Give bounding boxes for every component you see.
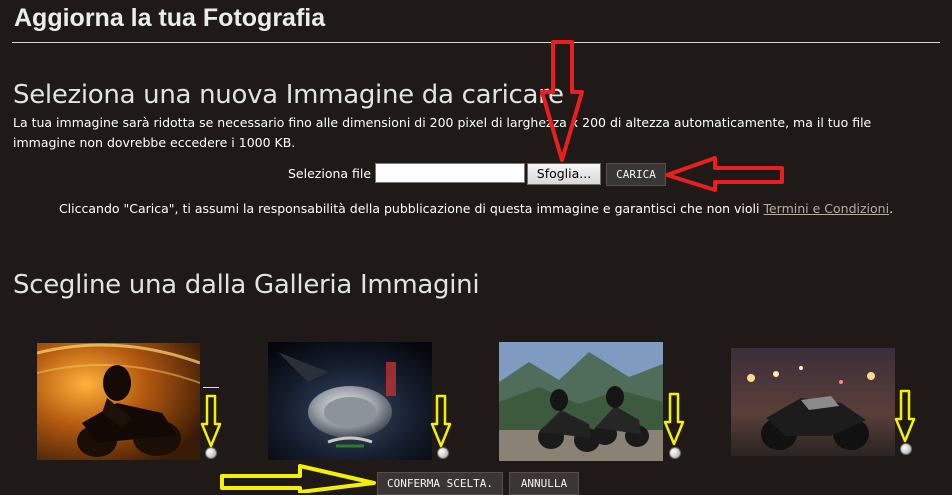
file-path-input[interactable] — [375, 163, 525, 183]
yellow-arrow-down-icon — [663, 392, 685, 446]
terms-text: Cliccando "Carica", ti assumi la respons… — [58, 201, 764, 216]
gallery-radio-3[interactable] — [669, 447, 681, 459]
yellow-arrow-down-icon — [200, 394, 222, 448]
cancel-button[interactable]: ANNULLA — [509, 472, 579, 495]
terms-suffix: . — [889, 201, 894, 216]
fuel-tank-closeup-photo[interactable] — [268, 342, 432, 460]
motorbike-tunnel-photo[interactable] — [37, 343, 200, 460]
gallery-radio-1[interactable] — [205, 447, 217, 459]
browse-button[interactable]: Sfoglia... — [527, 163, 601, 185]
title-divider — [12, 42, 940, 43]
gallery-radio-4[interactable] — [900, 443, 912, 455]
upload-heading: Seleziona una nuova Immagine da caricare — [13, 80, 564, 110]
upload-button[interactable]: CARICA — [606, 163, 666, 186]
yellow-arrow-down-icon — [430, 394, 452, 448]
page-title: Aggiorna la tua Fotografia — [14, 4, 326, 32]
confirm-choice-button[interactable]: CONFERMA SCELTA. — [377, 472, 503, 495]
gallery-radio-2[interactable] — [437, 447, 449, 459]
upload-description: La tua immagine sarà ridotta se necessar… — [13, 115, 872, 150]
yellow-arrow-down-icon — [894, 389, 916, 443]
terms-link[interactable]: Termini e Condizioni — [763, 201, 889, 216]
decorative-line — [203, 387, 219, 388]
two-riders-mountain-photo[interactable] — [499, 342, 663, 461]
yellow-arrow-right-icon — [220, 464, 376, 493]
file-select-label: Seleziona file — [288, 166, 372, 181]
file-upload-row: Seleziona file Sfoglia... CARICA — [0, 162, 952, 186]
gallery-heading: Scegline una dalla Galleria Immagini — [13, 270, 480, 300]
motorbike-city-night-photo[interactable] — [731, 348, 895, 456]
terms-notice: Cliccando "Carica", ti assumi la respons… — [0, 201, 952, 216]
